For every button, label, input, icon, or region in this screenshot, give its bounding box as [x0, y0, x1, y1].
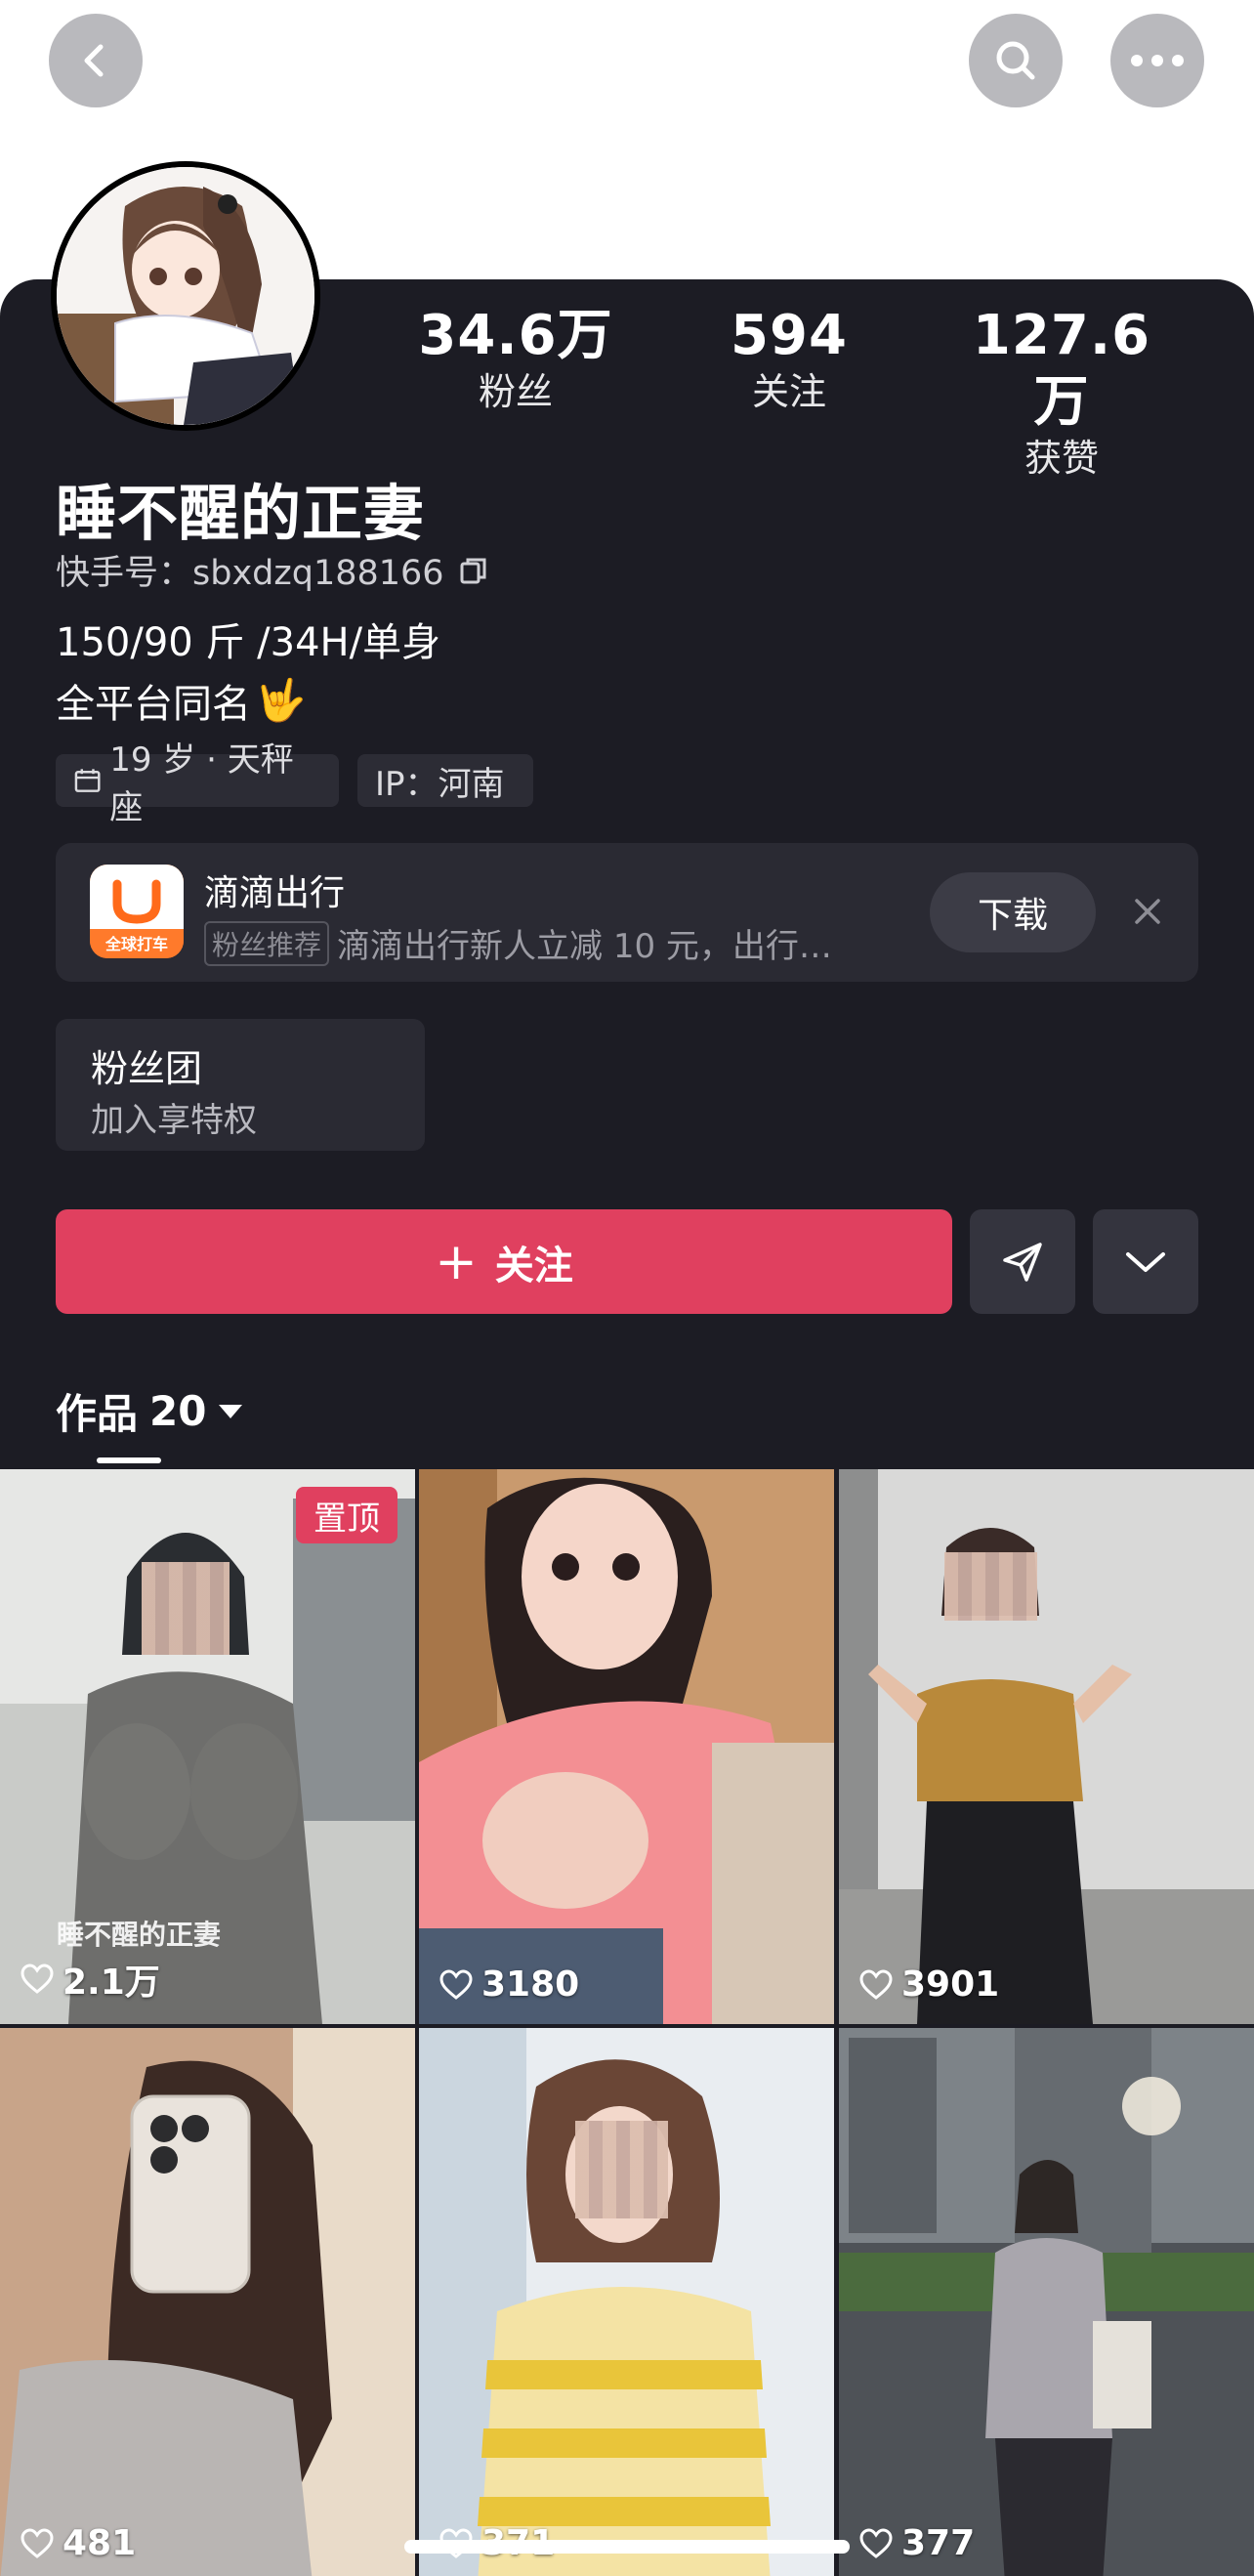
copy-icon[interactable]	[458, 555, 489, 586]
kuaishou-id-row[interactable]: 快手号：sbxdzq188166	[56, 545, 489, 595]
face-mosaic	[944, 1552, 1037, 1621]
search-button[interactable]	[969, 14, 1063, 107]
video-thumbnail[interactable]: 睡不醒的正妻 置顶 2.1万	[0, 1469, 415, 2024]
video-thumbnail-image	[419, 2028, 834, 2576]
stat-followers-value: 34.6万	[418, 304, 613, 367]
video-thumbnail[interactable]: 3901	[839, 1469, 1254, 2024]
kuaishou-id: 快手号：sbxdzq188166	[56, 554, 444, 593]
search-icon	[996, 41, 1035, 80]
close-icon	[1135, 899, 1160, 924]
stat-following-label: 关注	[751, 370, 826, 413]
video-grid: 睡不醒的正妻 置顶 2.1万 3180 3901 481 377	[0, 1469, 1254, 2576]
anime-girl-avatar-image	[57, 167, 314, 425]
video-thumbnail[interactable]: 3180	[419, 1469, 834, 2024]
chevron-left-icon	[84, 44, 104, 77]
bio-line-2: 全平台同名 🤟	[56, 672, 306, 729]
didi-logo: 全球打车	[90, 865, 184, 958]
ip-tag: IP：河南	[357, 754, 533, 807]
bio-line-2-text: 全平台同名	[56, 682, 251, 727]
like-count-value: 377	[901, 2523, 976, 2563]
fans-group-title: 粉丝团	[91, 1047, 203, 1090]
video-thumbnail[interactable]: 481	[0, 2028, 415, 2576]
heart-icon	[859, 2527, 893, 2558]
more-dots-icon	[1131, 55, 1184, 66]
age-tag: 19 岁 · 天秤座	[56, 740, 339, 827]
stat-followers-label: 粉丝	[478, 370, 553, 413]
ip-tag-label: IP：河南	[375, 764, 505, 804]
like-count: 377	[858, 2523, 975, 2563]
ad-title: 滴滴出行	[204, 873, 346, 913]
stat-likes-value: 127.6万	[972, 304, 1151, 434]
heart-icon	[21, 2527, 54, 2558]
follow-button[interactable]: + 关注	[56, 1209, 952, 1314]
back-button[interactable]	[49, 14, 143, 107]
plus-icon: +	[435, 1232, 478, 1291]
ad-badge: 粉丝推荐	[204, 920, 330, 966]
tab-works-count: 20	[149, 1387, 207, 1435]
home-indicator[interactable]	[404, 2540, 850, 2554]
expand-button[interactable]	[1093, 1209, 1198, 1314]
video-thumbnail-image	[419, 1469, 834, 2024]
heart-icon	[439, 1968, 473, 2000]
more-button[interactable]	[1110, 14, 1204, 107]
stat-followers[interactable]: 34.6万 粉丝	[403, 303, 628, 414]
heart-icon	[859, 1968, 893, 2000]
video-watermark: 睡不醒的正妻	[57, 1919, 222, 1951]
profile-name: 睡不醒的正妻	[56, 478, 426, 549]
message-button[interactable]	[970, 1209, 1075, 1314]
tab-works[interactable]: 作品 20	[56, 1381, 243, 1441]
video-thumbnail[interactable]: 377	[839, 2028, 1254, 2576]
stat-likes-label: 获赞	[1024, 437, 1099, 480]
ad-text: 滴滴出行新人立减 10 元，出行…	[337, 927, 832, 966]
ad-banner[interactable]: 全球打车 滴滴出行 粉丝推荐 滴滴出行新人立减 10 元，出行… 下载	[56, 843, 1198, 982]
tab-works-label: 作品	[56, 1390, 139, 1438]
video-thumbnail[interactable]: 371	[419, 2028, 834, 2576]
video-thumbnail-image	[839, 1469, 1254, 2024]
ad-subtitle-row: 粉丝推荐 滴滴出行新人立减 10 元，出行…	[204, 919, 832, 967]
tab-underline	[97, 1457, 161, 1463]
fans-group-card[interactable]: 粉丝团 加入享特权	[56, 1019, 425, 1151]
face-mosaic	[575, 2121, 668, 2218]
pinned-badge: 置顶	[296, 1487, 397, 1543]
like-count: 2.1万	[20, 1954, 160, 2005]
didi-logo-text: 全球打车	[104, 935, 168, 953]
calendar-icon	[74, 769, 101, 792]
like-count-value: 3901	[901, 1964, 1000, 2005]
ad-download-button[interactable]: 下载	[930, 872, 1096, 952]
caret-down-icon	[219, 1404, 243, 1418]
video-thumbnail-image	[0, 2028, 415, 2576]
like-count-value: 2.1万	[63, 1963, 160, 2003]
chevron-down-icon	[1126, 1251, 1165, 1272]
bio-line-1: 150/90 斤 /34H/单身	[56, 620, 441, 665]
send-icon	[1003, 1242, 1042, 1282]
stat-following-value: 594	[731, 304, 848, 367]
like-count: 481	[20, 2523, 136, 2563]
hand-emoji: 🤟	[255, 676, 307, 724]
age-tag-label: 19 岁 · 天秤座	[109, 740, 294, 827]
like-count: 3180	[439, 1964, 579, 2005]
fans-group-subtitle: 加入享特权	[91, 1101, 257, 1140]
heart-icon	[21, 1964, 54, 1994]
stat-likes[interactable]: 127.6万 获赞	[949, 303, 1174, 481]
like-count-value: 3180	[481, 1964, 580, 2005]
avatar[interactable]	[51, 161, 320, 431]
like-count: 3901	[858, 1964, 999, 2005]
stat-following[interactable]: 594 关注	[677, 303, 901, 414]
video-thumbnail-image	[839, 2028, 1254, 2576]
ad-close-button[interactable]	[1120, 884, 1175, 939]
like-count-value: 481	[63, 2523, 137, 2563]
face-mosaic	[142, 1562, 230, 1655]
follow-button-label: 关注	[494, 1243, 573, 1288]
